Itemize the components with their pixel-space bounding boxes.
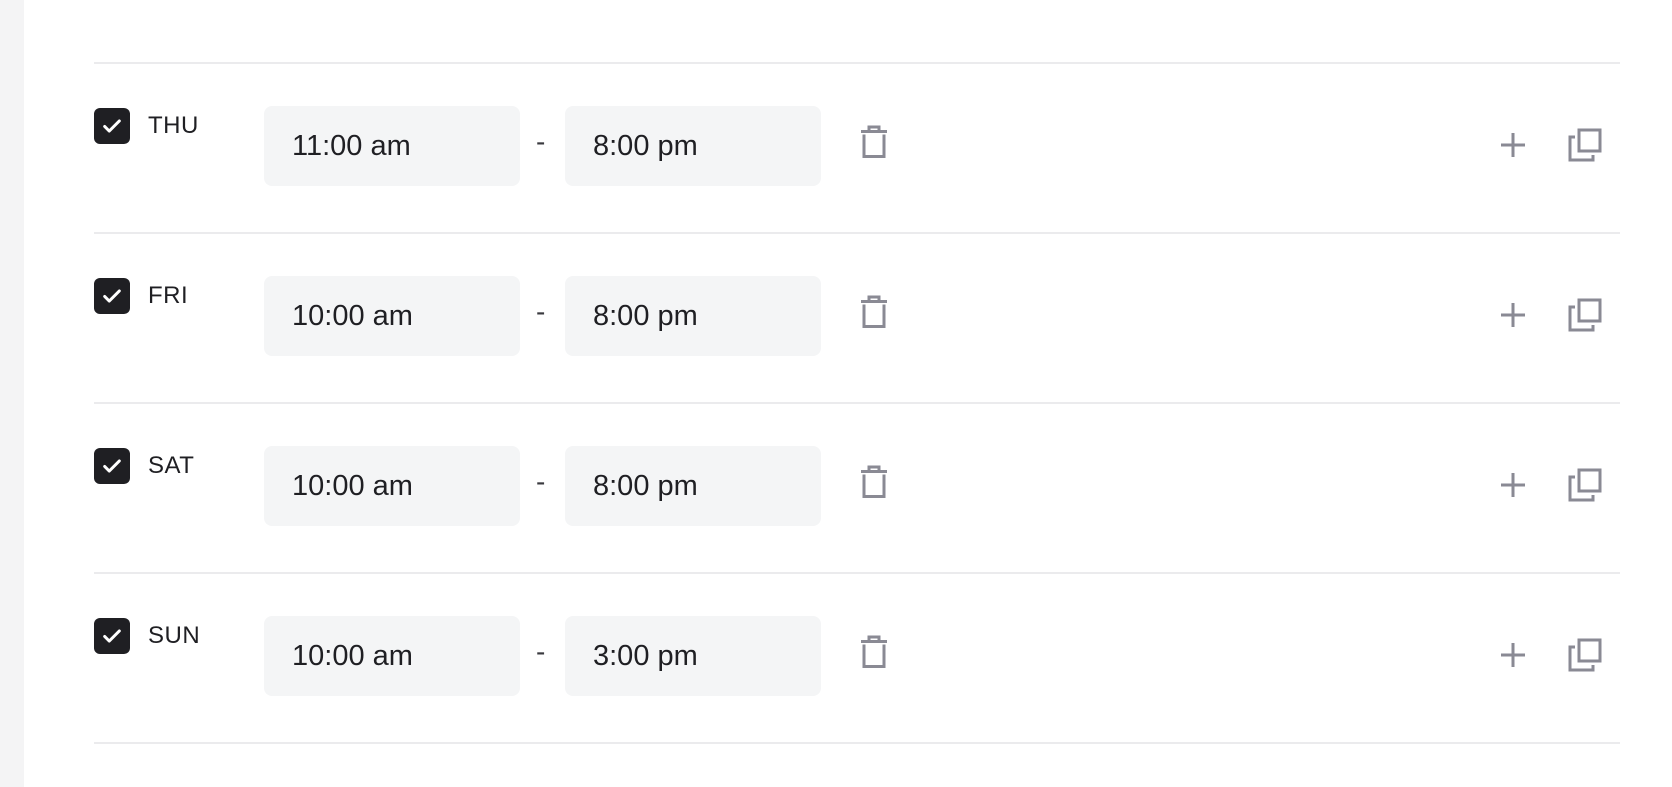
day-checkbox-thu[interactable] bbox=[94, 108, 130, 144]
day-row-sat: SAT 10:00 am - 8:00 pm bbox=[94, 402, 1620, 572]
day-row-thu: THU 11:00 am - 8:00 pm bbox=[94, 62, 1620, 232]
time-range-separator: - bbox=[536, 636, 546, 667]
trash-icon bbox=[861, 125, 887, 158]
plus-icon bbox=[1501, 133, 1525, 157]
day-checkbox-sat[interactable] bbox=[94, 448, 130, 484]
delete-interval-button[interactable] bbox=[854, 630, 894, 674]
copy-icon bbox=[1568, 128, 1602, 162]
check-icon bbox=[103, 629, 121, 643]
day-label: FRI bbox=[148, 282, 189, 309]
end-time-select[interactable]: 3:00 pm bbox=[565, 616, 821, 696]
day-row-sun: SUN 10:00 am - 3:00 pm bbox=[94, 572, 1620, 742]
day-checkbox-sun[interactable] bbox=[94, 618, 130, 654]
end-time-select[interactable]: 8:00 pm bbox=[565, 446, 821, 526]
day-label: SUN bbox=[148, 622, 201, 649]
plus-icon bbox=[1501, 473, 1525, 497]
add-interval-button[interactable] bbox=[1494, 636, 1532, 674]
add-interval-button[interactable] bbox=[1494, 296, 1532, 334]
copy-times-button[interactable] bbox=[1564, 294, 1606, 336]
start-time-select[interactable]: 10:00 am bbox=[264, 276, 520, 356]
time-range-separator: - bbox=[536, 466, 546, 497]
list-divider bbox=[94, 742, 1620, 744]
copy-times-button[interactable] bbox=[1564, 464, 1606, 506]
trash-icon bbox=[861, 465, 887, 498]
copy-times-button[interactable] bbox=[1564, 634, 1606, 676]
delete-interval-button[interactable] bbox=[854, 460, 894, 504]
copy-times-button[interactable] bbox=[1564, 124, 1606, 166]
delete-interval-button[interactable] bbox=[854, 120, 894, 164]
plus-icon bbox=[1501, 303, 1525, 327]
copy-icon bbox=[1568, 468, 1602, 502]
day-row-fri: FRI 10:00 am - 8:00 pm bbox=[94, 232, 1620, 402]
delete-interval-button[interactable] bbox=[854, 290, 894, 334]
end-time-select[interactable]: 8:00 pm bbox=[565, 276, 821, 356]
end-time-select[interactable]: 8:00 pm bbox=[565, 106, 821, 186]
copy-icon bbox=[1568, 298, 1602, 332]
time-range-separator: - bbox=[536, 296, 546, 327]
time-range-separator: - bbox=[536, 126, 546, 157]
add-interval-button[interactable] bbox=[1494, 126, 1532, 164]
day-label: THU bbox=[148, 112, 199, 139]
start-time-select[interactable]: 10:00 am bbox=[264, 616, 520, 696]
add-interval-button[interactable] bbox=[1494, 466, 1532, 504]
check-icon bbox=[103, 119, 121, 133]
plus-icon bbox=[1501, 643, 1525, 667]
copy-icon bbox=[1568, 638, 1602, 672]
start-time-select[interactable]: 11:00 am bbox=[264, 106, 520, 186]
trash-icon bbox=[861, 295, 887, 328]
start-time-select[interactable]: 10:00 am bbox=[264, 446, 520, 526]
check-icon bbox=[103, 289, 121, 303]
check-icon bbox=[103, 459, 121, 473]
trash-icon bbox=[861, 635, 887, 668]
day-checkbox-fri[interactable] bbox=[94, 278, 130, 314]
day-label: SAT bbox=[148, 452, 195, 479]
availability-panel: THU 11:00 am - 8:00 pm FRI 10:00 am - 8:… bbox=[24, 0, 1672, 787]
weekly-hours-list: THU 11:00 am - 8:00 pm FRI 10:00 am - 8:… bbox=[94, 62, 1620, 744]
